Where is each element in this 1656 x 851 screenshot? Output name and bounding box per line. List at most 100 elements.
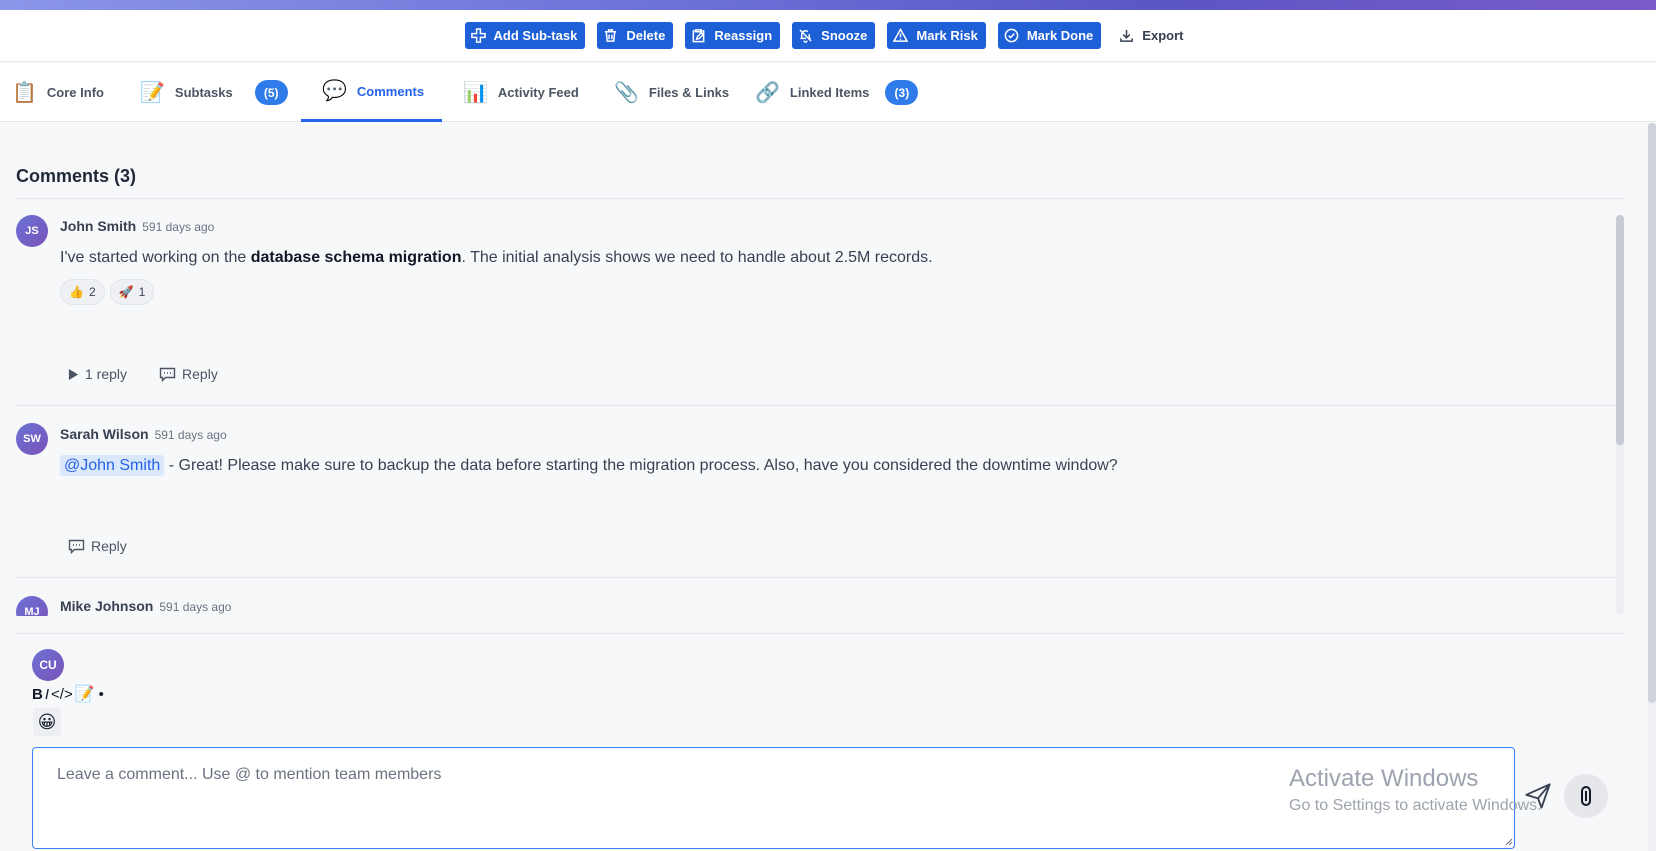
reaction-count: 2 (88, 285, 96, 299)
text-part: - Great! Please make sure to backup the … (164, 457, 1118, 474)
text-part: . The initial analysis shows we need to … (461, 249, 933, 266)
trash-icon (605, 29, 617, 42)
text-part: I've started working on the (60, 249, 251, 266)
bar-chart-icon: 📊 (463, 81, 488, 104)
page-scrollbar-thumb[interactable] (1648, 123, 1656, 703)
comments-title: Comments (3) (16, 166, 137, 186)
tab-label: Comments (356, 83, 425, 99)
tab-subtasks[interactable]: 📝 Subtasks (5) (140, 63, 288, 122)
action-toolbar: Add Sub-task Delete Reassign Snooze Mark… (0, 10, 1656, 62)
comment-item: JS John Smith 591 days ago I've started w… (16, 211, 1616, 406)
author-name: Mike Johnson (60, 598, 154, 614)
reply-button[interactable]: Reply (68, 538, 127, 554)
comment-author: John Smith 591 days ago (60, 218, 214, 234)
reply-label: Reply (91, 538, 127, 554)
tab-files-links[interactable]: 📎 Files & Links (614, 63, 729, 122)
thumbs-up-icon: 👍 (69, 285, 84, 299)
divider (16, 198, 1624, 199)
linked-items-count-badge: (3) (885, 80, 919, 105)
memo-icon: 📝 (140, 81, 165, 104)
italic-button[interactable]: I (45, 686, 49, 703)
tab-label: Files & Links (648, 85, 730, 100)
tab-label: Core Info (46, 85, 104, 100)
add-subtask-button[interactable]: Add Sub-task (464, 22, 586, 49)
comment-text: I've started working on the database sch… (60, 249, 933, 267)
reply-button[interactable]: Reply (159, 366, 218, 382)
snooze-label: Snooze (821, 28, 868, 43)
clipboard-edit-icon (692, 29, 705, 43)
toggle-replies-button[interactable]: 1 reply (68, 366, 127, 382)
mark-risk-button[interactable]: Mark Risk (887, 22, 986, 49)
download-icon (1120, 29, 1134, 42)
speech-bubble-icon (68, 539, 85, 554)
warning-icon (893, 28, 909, 42)
caret-right-icon (68, 368, 79, 380)
check-circle-icon (1004, 28, 1019, 43)
resize-grip-icon[interactable] (1503, 836, 1513, 846)
tab-label: Subtasks (174, 85, 233, 100)
emoji-picker-button[interactable]: 😀 (33, 708, 61, 736)
top-gradient-bar (0, 0, 1656, 10)
link-icon: 🔗 (755, 81, 780, 104)
smiley-icon: 😀 (37, 711, 57, 732)
speech-bubble-icon (159, 367, 176, 382)
mark-done-label: Mark Done (1026, 28, 1094, 43)
attach-button[interactable] (1564, 774, 1608, 818)
snooze-button[interactable]: Snooze (792, 22, 876, 49)
reassign-button[interactable]: Reassign (685, 22, 781, 49)
bold-button[interactable]: B (32, 686, 43, 703)
export-label: Export (1142, 28, 1184, 43)
tab-core-info[interactable]: 📋 Core Info (12, 63, 116, 122)
tab-comments[interactable]: 💬 Comments (301, 63, 442, 122)
bullet-list-button[interactable]: • (99, 686, 104, 703)
comments-panel: Comments (3) JS John Smith 591 days ago I… (0, 123, 1626, 851)
paperclip-icon: 📎 (614, 81, 639, 104)
memo-button[interactable]: 📝 (75, 684, 95, 704)
mention-tag[interactable]: @John Smith (60, 455, 165, 476)
comment-author: Sarah Wilson 591 days ago (60, 426, 227, 442)
plus-icon (470, 28, 486, 43)
current-user-avatar: CU (32, 649, 64, 681)
mark-done-button[interactable]: Mark Done (997, 22, 1102, 49)
delete-button[interactable]: Delete (597, 22, 674, 49)
bell-off-icon (799, 29, 812, 43)
clipboard-icon: 📋 (12, 81, 37, 104)
text-bold: database schema migration (250, 249, 462, 266)
comment-list[interactable]: JS John Smith 591 days ago I've started w… (16, 211, 1617, 616)
reply-label: Reply (182, 366, 218, 382)
rocket-icon: 🚀 (118, 285, 134, 299)
reaction-rocket[interactable]: 🚀 1 (109, 279, 155, 305)
comment-actions: 1 reply Reply (68, 366, 218, 382)
tab-bar: 📋 Core Info 📝 Subtasks (5) 💬 Comments 📊 … (0, 63, 1656, 122)
comment-item: MJ Mike Johnson 591 days ago (16, 579, 1616, 616)
delete-label: Delete (626, 28, 666, 43)
export-button[interactable]: Export (1113, 22, 1192, 49)
avatar: SW (16, 423, 48, 455)
comment-time: 591 days ago (154, 428, 227, 442)
reaction-thumbs-up[interactable]: 👍 2 (60, 279, 105, 305)
paperclip-icon (1581, 786, 1591, 806)
avatar: JS (16, 215, 48, 247)
mark-risk-label: Mark Risk (916, 28, 978, 43)
send-button[interactable] (1524, 782, 1552, 810)
comment-list-scrollbar[interactable] (1616, 215, 1624, 615)
comment-item: SW Sarah Wilson 591 days ago @John Smith … (16, 407, 1616, 578)
tab-label: Activity Feed (497, 85, 579, 100)
reaction-count: 1 (138, 285, 146, 299)
tab-linked-items[interactable]: 🔗 Linked Items (3) (755, 63, 919, 122)
tab-activity-feed[interactable]: 📊 Activity Feed (463, 63, 579, 122)
comment-input[interactable] (32, 747, 1515, 849)
author-name: John Smith (60, 218, 137, 234)
subtasks-count-badge: (5) (254, 80, 288, 105)
tab-label: Linked Items (789, 85, 870, 100)
code-button[interactable]: </> (51, 686, 73, 703)
speech-bubble-icon: 💬 (322, 80, 347, 102)
comment-actions: Reply (68, 538, 127, 554)
comment-time: 591 days ago (142, 220, 215, 234)
scrollbar-thumb[interactable] (1616, 215, 1624, 445)
reassign-label: Reassign (714, 28, 773, 43)
replies-count-label: 1 reply (85, 366, 128, 382)
page-scrollbar[interactable] (1648, 123, 1656, 851)
comment-text: @John Smith - Great! Please make sure to… (60, 455, 1118, 476)
comment-author: Mike Johnson 591 days ago (60, 598, 231, 614)
